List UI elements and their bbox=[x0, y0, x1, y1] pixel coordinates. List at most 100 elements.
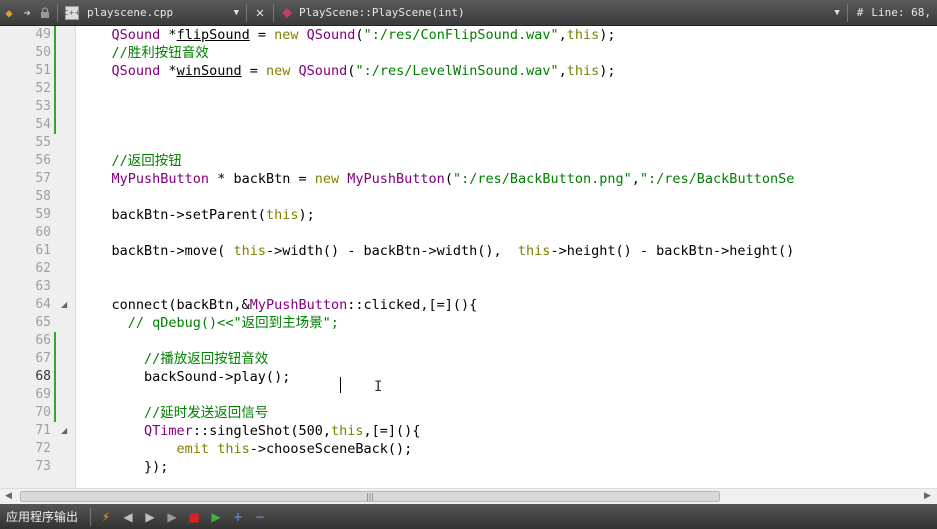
line-number: 72 bbox=[35, 441, 51, 456]
output-pane-toolbar: 应用程序输出 ⚡ ◀ ▶ ▶ ■ ▶ + − bbox=[0, 504, 937, 529]
code-editor[interactable]: 49 50 51 52 53 54 55 56 57 58 59 60 61 62 63 64 ◢ 65 66 67 6… bbox=[0, 26, 937, 488]
code-token: QSound bbox=[111, 63, 161, 79]
debug-run-icon[interactable]: ▶ bbox=[205, 507, 227, 527]
function-icon bbox=[281, 7, 293, 19]
code-token: ::singleShot(500, bbox=[192, 423, 331, 439]
code-token: ":/res/BackButtonSe bbox=[639, 171, 795, 187]
code-token: ->chooseSceneBack(); bbox=[249, 441, 413, 457]
prev-icon[interactable]: ◀ bbox=[117, 507, 139, 527]
horizontal-scrollbar[interactable]: ◀ ||| ▶ bbox=[0, 488, 937, 504]
chevron-down-icon: ▼ bbox=[834, 7, 840, 18]
code-token: MyPushButton bbox=[111, 171, 210, 187]
fold-toggle-icon[interactable]: ◢ bbox=[61, 422, 67, 440]
line-number: 60 bbox=[35, 225, 51, 240]
code-line: backBtn->move( this->width() - backBtn->… bbox=[79, 242, 795, 260]
code-token: QSound bbox=[306, 27, 356, 43]
code-token: backBtn->setParent( bbox=[79, 207, 266, 223]
scroll-left-icon[interactable]: ◀ bbox=[5, 491, 12, 501]
scroll-right-icon[interactable]: ▶ bbox=[924, 491, 931, 501]
code-token: QSound bbox=[298, 63, 348, 79]
line-position: Line: 68, bbox=[871, 6, 931, 19]
grip-icon: ||| bbox=[365, 492, 375, 501]
code-token: = bbox=[241, 63, 266, 79]
scrollbar-thumb[interactable]: ||| bbox=[20, 491, 720, 502]
code-token: }); bbox=[79, 459, 169, 475]
zoom-in-icon[interactable]: + bbox=[227, 507, 249, 527]
code-token: //延时发送返回信号 bbox=[144, 405, 269, 421]
attach-icon[interactable]: ⚡ bbox=[95, 507, 117, 527]
editor-toolbar: ◆ ➜ C++ playscene.cpp ▼ ✕ PlayScene::Pla… bbox=[0, 0, 937, 26]
line-number: 64 bbox=[35, 297, 51, 312]
code-line: emit this->chooseSceneBack(); bbox=[79, 440, 413, 458]
code-line: //返回按钮 bbox=[79, 152, 182, 170]
code-token: , bbox=[558, 27, 567, 43]
separator bbox=[246, 3, 247, 22]
code-line: connect(backBtn,&MyPushButton::clicked,[… bbox=[79, 296, 478, 314]
code-token: * bbox=[160, 63, 177, 79]
line-number: 58 bbox=[35, 189, 51, 204]
code-line: QTimer::singleShot(500,this,[=](){ bbox=[79, 422, 420, 440]
code-token: new bbox=[274, 27, 299, 43]
code-token: // qDebug()<<"返回到主场景"; bbox=[127, 315, 339, 331]
code-token: QSound bbox=[111, 27, 161, 43]
change-marker bbox=[54, 26, 56, 134]
line-number: 52 bbox=[35, 81, 51, 96]
ibeam-cursor-icon: I bbox=[374, 379, 383, 395]
line-number: 54 bbox=[35, 117, 51, 132]
code-token: this bbox=[217, 441, 250, 457]
code-line: //播放返回按钮音效 bbox=[79, 350, 268, 368]
next-icon[interactable]: ▶ bbox=[139, 507, 161, 527]
code-token: ( bbox=[444, 171, 453, 187]
lock-icon bbox=[36, 3, 54, 23]
zoom-out-icon[interactable]: − bbox=[249, 507, 271, 527]
file-selector[interactable]: C++ playscene.cpp ▼ bbox=[61, 3, 243, 23]
code-token: this bbox=[517, 243, 551, 259]
code-token: this bbox=[265, 207, 299, 223]
code-token: this bbox=[566, 63, 600, 79]
code-token: ,[=](){ bbox=[363, 423, 421, 439]
line-number: 63 bbox=[35, 279, 51, 294]
code-token: , bbox=[558, 63, 567, 79]
symbol-selector[interactable]: PlayScene::PlayScene(int) ▼ bbox=[277, 3, 844, 23]
fold-toggle-icon[interactable]: ◢ bbox=[61, 296, 67, 314]
code-token: MyPushButton bbox=[347, 171, 445, 187]
line-number: 71 bbox=[35, 423, 51, 438]
code-token: //播放返回按钮音效 bbox=[144, 351, 269, 367]
forward-icon[interactable]: ➜ bbox=[18, 3, 36, 23]
code-line: }); bbox=[79, 458, 168, 476]
output-pane-title[interactable]: 应用程序输出 bbox=[0, 508, 86, 525]
line-number: 69 bbox=[35, 387, 51, 402]
code-token: = bbox=[249, 27, 275, 43]
stop-icon[interactable]: ■ bbox=[183, 507, 205, 527]
code-token: * bbox=[160, 27, 177, 43]
close-icon[interactable]: ✕ bbox=[250, 5, 270, 21]
back-icon[interactable]: ◆ bbox=[0, 3, 18, 23]
separator bbox=[57, 3, 58, 22]
code-token: winSound bbox=[176, 63, 242, 79]
code-token: MyPushButton bbox=[249, 297, 348, 313]
code-token: , bbox=[631, 171, 640, 187]
run-icon[interactable]: ▶ bbox=[161, 507, 183, 527]
line-number: 62 bbox=[35, 261, 51, 276]
code-token: new bbox=[314, 171, 340, 187]
line-number: 73 bbox=[35, 459, 51, 474]
line-number: 49 bbox=[35, 27, 51, 42]
separator bbox=[90, 507, 92, 526]
change-marker bbox=[54, 332, 56, 422]
line-indicator[interactable]: # Line: 68, bbox=[851, 6, 937, 19]
code-token: ); bbox=[599, 27, 616, 43]
line-number: 59 bbox=[35, 207, 51, 222]
line-number: 61 bbox=[35, 243, 51, 258]
line-number: 57 bbox=[35, 171, 51, 186]
